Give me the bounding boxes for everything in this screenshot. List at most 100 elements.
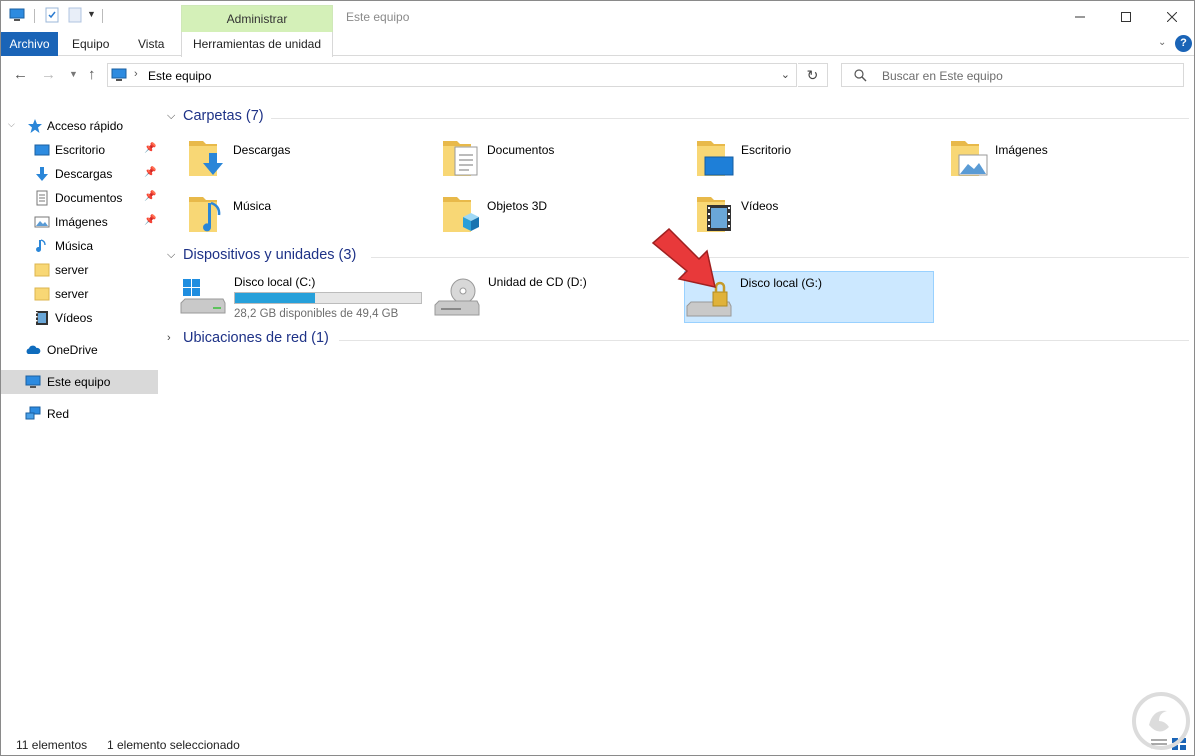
- pin-icon[interactable]: 📌: [144, 191, 156, 202]
- address-bar[interactable]: › Este equipo ⌄: [107, 63, 797, 87]
- sidebar-item-red[interactable]: Red: [1, 402, 158, 426]
- tab-vista[interactable]: Vista: [138, 32, 164, 56]
- sidebar-item-label: server: [55, 287, 89, 301]
- folder-icon: [34, 263, 50, 277]
- maximize-button[interactable]: [1103, 1, 1149, 32]
- search-input[interactable]: Buscar en Este equipo: [841, 63, 1184, 87]
- this-pc-icon: [111, 68, 127, 81]
- sidebar-item-server[interactable]: server: [1, 258, 158, 282]
- group-divider: [339, 340, 1189, 341]
- back-arrow-icon[interactable]: ←: [13, 66, 28, 83]
- desktop-icon: [34, 144, 50, 156]
- drive-label: Disco local (C:): [234, 275, 316, 289]
- pin-icon[interactable]: 📌: [144, 143, 156, 154]
- properties-icon[interactable]: [44, 7, 60, 23]
- videos-icon: [36, 311, 48, 325]
- explorer-window: ▼ Administrar Este equipo Archivo Equipo…: [0, 0, 1195, 756]
- group-title: Dispositivos y unidades (3): [183, 247, 357, 263]
- context-tab-administrar[interactable]: Administrar: [181, 5, 333, 32]
- folder-videos[interactable]: Vídeos: [695, 191, 945, 243]
- expand-chevron-icon[interactable]: ⌵: [8, 119, 15, 130]
- forward-arrow-icon[interactable]: →: [41, 66, 56, 83]
- star-icon: [28, 119, 42, 133]
- navigation-pane: ⌵ Acceso rápido Escritorio 📌 Descargas 📌…: [1, 101, 161, 731]
- music-icon: [36, 239, 46, 252]
- folder-label: Vídeos: [741, 199, 779, 213]
- address-dropdown-icon[interactable]: ⌄: [781, 68, 790, 81]
- search-placeholder: Buscar en Este equipo: [882, 69, 1003, 83]
- sidebar-item-musica[interactable]: Música: [1, 234, 158, 258]
- folder-label: Imágenes: [995, 143, 1048, 157]
- sidebar-item-label: Escritorio: [55, 143, 106, 157]
- collapse-chevron-icon[interactable]: ⌵: [167, 110, 175, 123]
- onedrive-cloud-icon: [26, 345, 41, 354]
- sidebar-item-este-equipo[interactable]: Este equipo: [1, 370, 158, 394]
- drive-c[interactable]: Disco local (C:) 28,2 GB disponibles de …: [179, 271, 429, 323]
- tab-equipo[interactable]: Equipo: [72, 32, 109, 56]
- folder-imagenes[interactable]: Imágenes: [949, 135, 1195, 187]
- pin-icon[interactable]: 📌: [144, 167, 156, 178]
- pin-icon[interactable]: 📌: [144, 215, 156, 226]
- toolbar-separator: [34, 9, 35, 23]
- drive-free-space: 28,2 GB disponibles de 49,4 GB: [234, 308, 399, 320]
- close-button[interactable]: [1149, 1, 1195, 32]
- collapse-chevron-icon[interactable]: ⌵: [167, 249, 175, 262]
- documents-folder-icon: [443, 141, 478, 176]
- documents-icon: [36, 190, 48, 206]
- content-pane: ⌵ Carpetas (7) Descargas Documentos Escr…: [161, 101, 1191, 731]
- folder-documentos[interactable]: Documentos: [441, 135, 691, 187]
- drive-usage-bar: [234, 292, 422, 304]
- sidebar-item-label: server: [55, 263, 89, 277]
- sidebar-item-descargas[interactable]: Descargas 📌: [1, 162, 158, 186]
- customize-toolbar-icon[interactable]: ▼: [87, 9, 96, 19]
- status-bar: 11 elementos 1 elemento seleccionado: [1, 734, 1194, 755]
- expand-ribbon-icon[interactable]: ⌄: [1158, 37, 1166, 48]
- sidebar-item-onedrive[interactable]: OneDrive: [1, 338, 158, 362]
- sidebar-item-label: Música: [55, 239, 94, 253]
- folder-label: Escritorio: [741, 143, 792, 157]
- group-title: Ubicaciones de red (1): [183, 330, 329, 346]
- 3d-objects-folder-icon: [443, 197, 479, 232]
- window-title: Este equipo: [346, 10, 410, 24]
- drive-label: Disco local (G:): [740, 276, 823, 290]
- folder-label: Objetos 3D: [487, 199, 548, 213]
- red-pointer-arrow-icon: [651, 227, 716, 288]
- drive-d[interactable]: Unidad de CD (D:): [433, 271, 683, 323]
- refresh-button[interactable]: ↻: [798, 63, 828, 87]
- folder-descargas[interactable]: Descargas: [187, 135, 437, 187]
- navigation-bar: ← → ▼ ↑ › Este equipo ⌄ ↻ Buscar en Este…: [1, 57, 1194, 94]
- this-pc-icon: [25, 375, 41, 388]
- minimize-button[interactable]: [1057, 1, 1103, 32]
- breadcrumb-location[interactable]: Este equipo: [148, 69, 211, 83]
- sidebar-item-server[interactable]: server: [1, 282, 158, 306]
- sidebar-item-escritorio[interactable]: Escritorio 📌: [1, 138, 158, 162]
- sidebar-item-label: Red: [47, 407, 70, 421]
- toolbar-separator: [102, 9, 103, 23]
- pictures-icon: [34, 216, 50, 228]
- up-arrow-icon[interactable]: ↑: [88, 66, 96, 83]
- sidebar-item-label: Documentos: [55, 191, 123, 205]
- item-count: 11 elementos: [16, 738, 88, 752]
- breadcrumb-chevron-icon[interactable]: ›: [134, 68, 138, 80]
- ribbon-tabs: Archivo Equipo Vista Herramientas de uni…: [1, 32, 1194, 57]
- windows-drive-icon: [180, 279, 226, 314]
- folder-label: Música: [233, 199, 272, 213]
- expand-chevron-icon[interactable]: ›: [167, 332, 171, 344]
- this-pc-icon[interactable]: [9, 7, 25, 23]
- new-folder-icon[interactable]: [67, 7, 83, 23]
- selection-count: 1 elemento seleccionado: [107, 738, 240, 752]
- tab-archivo[interactable]: Archivo: [1, 32, 58, 56]
- sidebar-item-videos[interactable]: Vídeos: [1, 306, 158, 330]
- recent-locations-icon[interactable]: ▼: [69, 69, 78, 79]
- tab-herramientas-de-unidad[interactable]: Herramientas de unidad: [181, 32, 333, 57]
- help-icon[interactable]: ?: [1175, 35, 1192, 52]
- folder-escritorio[interactable]: Escritorio: [695, 135, 945, 187]
- folder-musica[interactable]: Música: [187, 191, 437, 243]
- sidebar-item-quick-access[interactable]: ⌵ Acceso rápido: [1, 114, 158, 138]
- sidebar-item-documentos[interactable]: Documentos 📌: [1, 186, 158, 210]
- watermark-logo-icon: [1132, 692, 1190, 750]
- refresh-icon: ↻: [806, 67, 819, 83]
- sidebar-item-imagenes[interactable]: Imágenes 📌: [1, 210, 158, 234]
- sidebar-item-label: Este equipo: [47, 375, 111, 389]
- close-icon: [1167, 11, 1177, 22]
